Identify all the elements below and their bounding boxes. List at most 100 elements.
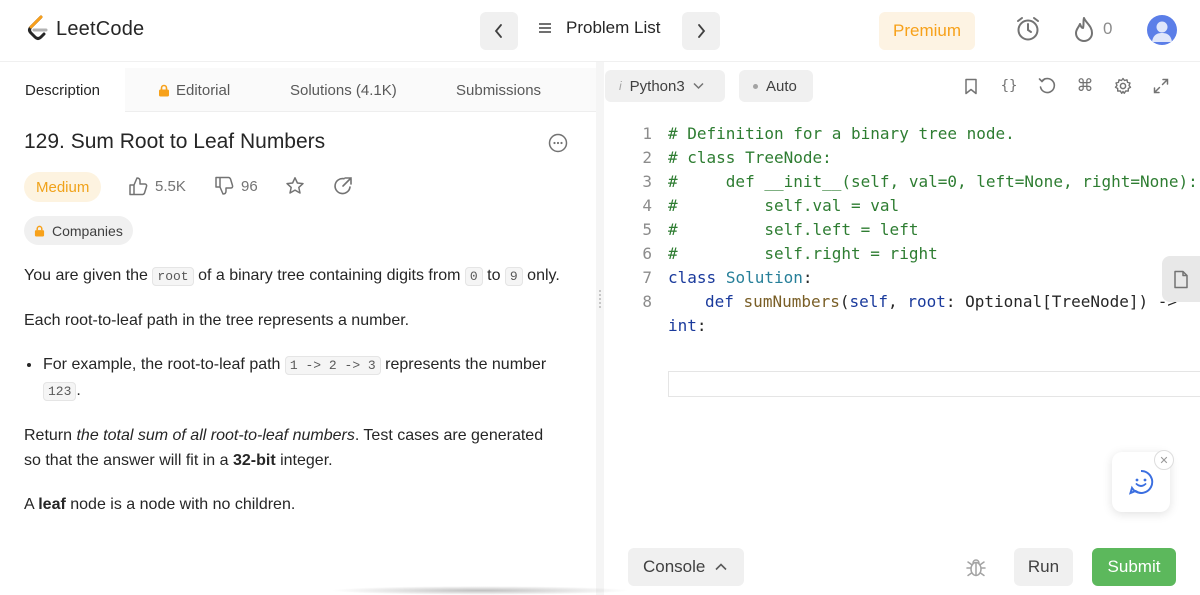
- difficulty-badge: Medium: [24, 172, 102, 202]
- more-options-button[interactable]: [548, 133, 568, 158]
- chevron-up-icon: [715, 563, 727, 571]
- problem-description: You are given the root of a binary tree …: [24, 263, 564, 536]
- tab-submissions-label: Submissions: [456, 81, 542, 99]
- console-label: Console: [643, 557, 706, 576]
- code-line: # self.val = val: [668, 196, 900, 215]
- tab-solutions-label: Solutions (4.1K): [290, 81, 397, 99]
- tab-editorial-label: Editorial: [176, 81, 231, 99]
- inline-code: root: [152, 267, 194, 286]
- dot-icon: [753, 83, 758, 89]
- fullscreen-button[interactable]: [1152, 77, 1170, 95]
- lock-icon: [159, 84, 169, 96]
- like-button[interactable]: 5.5K: [128, 176, 186, 196]
- prev-problem-button[interactable]: [480, 12, 518, 50]
- like-count: 5.5K: [155, 177, 186, 195]
- lock-icon: [34, 225, 45, 236]
- description-tabs: Description Editorial Solutions (4.1K) S…: [0, 68, 596, 112]
- auto-mode-button[interactable]: Auto: [739, 70, 813, 102]
- submit-button[interactable]: Submit: [1092, 548, 1176, 586]
- tab-description-label: Description: [24, 81, 101, 99]
- language-select[interactable]: i Python3: [605, 70, 725, 102]
- inline-code: 9: [504, 267, 523, 286]
- line-number: 5: [642, 220, 652, 239]
- thumbs-up-icon: [129, 177, 148, 196]
- expand-icon: [1153, 78, 1169, 94]
- current-line-highlight: [668, 371, 1200, 397]
- code-line: # class TreeNode:: [668, 148, 832, 167]
- braces-icon: {}: [1000, 78, 1018, 94]
- code-line: # def __init__(self, val=0, left=None, r…: [668, 172, 1198, 191]
- problem-title: 129. Sum Root to Leaf Numbers: [24, 130, 326, 153]
- info-icon: i: [619, 79, 622, 93]
- code-editor[interactable]: 1 2 3 4 5 6 7 8 # Definition for a binar…: [604, 122, 1200, 542]
- tab-submissions[interactable]: Submissions: [456, 68, 541, 112]
- chevron-left-icon: [494, 24, 502, 38]
- smiley-chat-icon: [1128, 469, 1154, 495]
- list-item: For example, the root-to-leaf path 1 -> …: [42, 352, 564, 404]
- next-problem-button[interactable]: [682, 12, 720, 50]
- drag-handle[interactable]: [599, 290, 601, 308]
- share-button[interactable]: [333, 176, 353, 196]
- description-paragraph: Return the total sum of all root-to-leaf…: [24, 427, 544, 469]
- code-line: # self.left = left: [668, 220, 919, 239]
- command-icon: ⌘: [1076, 76, 1094, 95]
- code-line: int:: [668, 316, 707, 335]
- run-button[interactable]: Run: [1014, 548, 1073, 586]
- close-icon[interactable]: ✕: [1154, 450, 1174, 470]
- inline-code: 123: [43, 382, 77, 401]
- language-value: Python3: [629, 77, 685, 95]
- notes-side-tab[interactable]: [1162, 256, 1200, 302]
- line-number: 3: [642, 172, 652, 191]
- alarm-clock-icon: [1017, 17, 1039, 41]
- problem-list-label: Problem List: [566, 18, 661, 37]
- companies-tag[interactable]: Companies: [24, 216, 133, 245]
- more-horizontal-icon: [548, 133, 568, 153]
- bookmark-button[interactable]: [962, 77, 980, 95]
- premium-button[interactable]: Premium: [879, 12, 975, 50]
- editor-toolbar: i Python3 Auto {} ⌘: [604, 62, 1200, 112]
- timer-button[interactable]: [1015, 15, 1041, 43]
- line-number: 4: [642, 196, 652, 215]
- description-paragraph: Each root-to-leaf path in the tree repre…: [24, 312, 410, 329]
- dislike-button[interactable]: 96: [214, 176, 258, 196]
- description-panel: Description Editorial Solutions (4.1K) S…: [0, 68, 596, 595]
- leetcode-logo[interactable]: LeetCode: [26, 15, 144, 43]
- shortcuts-button[interactable]: ⌘: [1076, 76, 1094, 95]
- list-icon: [539, 23, 551, 33]
- thumbs-down-icon: [215, 176, 234, 195]
- line-number: 6: [642, 244, 652, 263]
- settings-button[interactable]: [1114, 77, 1132, 95]
- floating-bar-shadow: [330, 586, 630, 595]
- panel-splitter[interactable]: [596, 62, 604, 595]
- bookmark-icon: [965, 78, 977, 94]
- line-number: 8: [642, 292, 652, 311]
- console-toggle-button[interactable]: Console: [628, 548, 744, 586]
- code-line: # self.right = right: [668, 244, 938, 263]
- line-number: 1: [642, 124, 652, 143]
- favorite-button[interactable]: [285, 176, 305, 196]
- problem-list-button[interactable]: Problem List: [538, 18, 660, 38]
- tab-solutions[interactable]: Solutions (4.1K): [290, 68, 397, 112]
- tab-editorial[interactable]: Editorial: [158, 68, 230, 112]
- user-avatar[interactable]: [1147, 15, 1177, 45]
- flame-icon: [1075, 17, 1093, 42]
- code-editor-panel: i Python3 Auto {} ⌘ 1 2 3 4 5 6 7 8 # De…: [604, 62, 1200, 595]
- inline-code: 1 -> 2 -> 3: [284, 356, 381, 375]
- chevron-right-icon: [698, 24, 706, 38]
- companies-label: Companies: [52, 222, 123, 239]
- share-icon: [334, 177, 352, 195]
- file-icon: [1174, 270, 1188, 288]
- streak-button[interactable]: 0: [1073, 15, 1112, 43]
- inline-code: 0: [464, 267, 483, 286]
- format-code-button[interactable]: {}: [1000, 77, 1018, 95]
- code-line: class Solution:: [668, 268, 813, 287]
- reset-code-button[interactable]: [1038, 77, 1056, 95]
- description-paragraph: You are given the root of a binary tree …: [24, 267, 560, 286]
- undo-icon: [1038, 77, 1056, 94]
- dislike-count: 96: [241, 177, 258, 195]
- line-number: 2: [642, 148, 652, 167]
- code-line: # Definition for a binary tree node.: [668, 124, 1015, 143]
- debug-button[interactable]: [965, 556, 987, 583]
- tab-description[interactable]: Description: [0, 68, 125, 112]
- bug-icon: [966, 559, 986, 577]
